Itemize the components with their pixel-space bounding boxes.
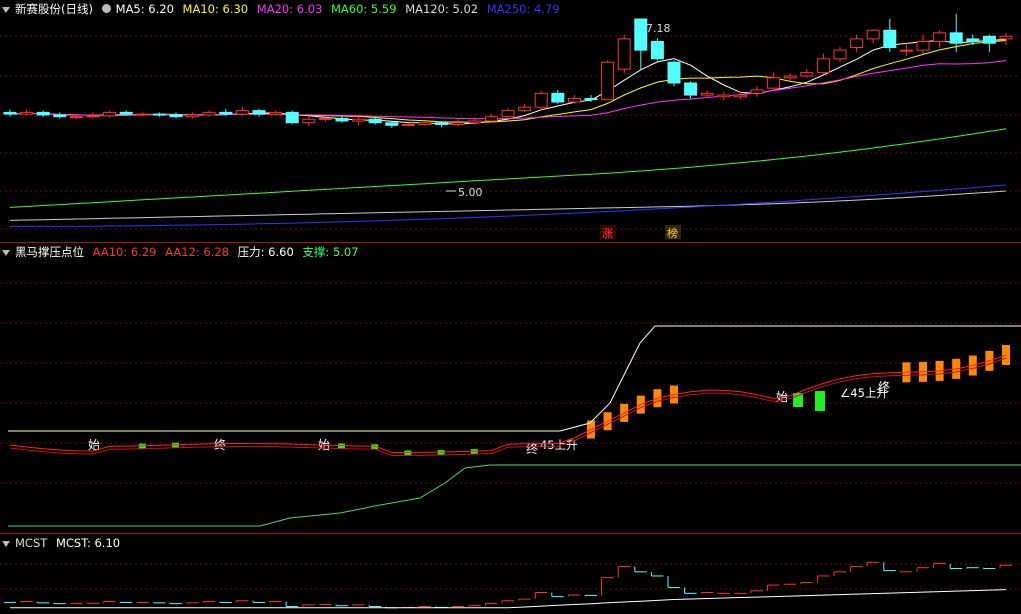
candle-body [501,110,515,118]
candle-body [700,92,714,96]
candle-body [468,120,482,124]
candle-body [567,98,581,103]
candle-body [949,32,963,44]
end-marker-1: 终 [214,437,226,452]
candle-body [634,18,648,51]
support-line [8,464,1021,527]
candle-body [269,111,283,115]
candle-body [352,118,366,122]
candle-body [69,116,83,119]
candle-body [136,113,150,116]
zhang-tag[interactable]: 涨 [602,227,613,240]
candle-body [916,40,930,51]
candle-body [484,116,498,122]
mcst-pane[interactable]: MCST MCST: 6.10 [0,534,1021,614]
candle-body [401,123,415,126]
candle-body [982,35,996,44]
candle-body [816,58,830,74]
candle-body [617,38,631,70]
aa12-line [9,357,1007,456]
candle-body [684,82,698,96]
candle-body [850,38,864,49]
candle-body [966,38,980,42]
segment-bar-green [815,391,825,411]
candle-body [368,118,382,124]
candle-body [385,122,399,126]
candle-body [899,49,913,52]
candle-body [36,111,50,116]
candle-body [152,113,166,116]
candlestick-chart[interactable]: 7.18 5.00 涨 榜 [0,0,1021,242]
bang-tag[interactable]: 榜 [667,226,678,240]
candle-body [717,94,731,98]
rise-label-1: 45上升 [540,438,578,452]
candle-body [119,111,133,115]
candle-body [999,35,1013,40]
candle-body [750,89,764,94]
candle-body [20,111,34,115]
candle-body [235,110,249,115]
candle-body [866,29,880,40]
ma60-line [9,128,1007,208]
candle-body [103,111,117,117]
candle-body [933,32,947,42]
candle-body [3,111,17,115]
candle-body [318,117,332,120]
candle-body [551,92,565,103]
candle-body [418,122,432,125]
candle-body [883,29,897,49]
candle-body [767,77,781,89]
candle-body [335,117,349,122]
low-price-label: 5.00 [458,186,483,199]
mcst-chart[interactable] [0,534,1021,614]
candle-body [86,115,100,118]
candle-body [783,75,797,79]
candle-body [435,122,449,125]
candle-body [800,72,814,77]
high-price-label: 7.18 [646,22,671,35]
candle-body [667,61,681,84]
mcst-line [10,589,1007,609]
candle-body [285,111,299,124]
candle-body [833,49,847,60]
candle-body [584,98,598,101]
support-pressure-pane[interactable]: 黑马撑压点位 AA10: 6.29 AA12: 6.28 压力: 6.60 支撑… [0,243,1021,533]
candle-body [518,106,532,112]
candle-body [534,92,548,108]
candle-body [650,40,664,60]
candle-body [733,94,747,98]
candle-body [186,114,200,118]
candle-body [252,110,266,115]
candle-body [53,114,67,118]
candle-body [219,111,233,115]
candle-body [601,61,615,100]
support-pressure-chart[interactable]: 始 终 始 终 45上升 始 ∠45上升 终 [0,243,1021,533]
end-marker-3: 终 [878,379,890,394]
candle-body [451,122,465,125]
pressure-line [8,325,1021,432]
candle-body [202,111,216,116]
candle-body [302,118,316,124]
aa10-line [9,354,1007,453]
price-pane[interactable]: 新赛股份(日线) MA5: 6.20 MA10: 6.30 MA20: 6.03… [0,0,1021,242]
candle-body [169,114,183,118]
